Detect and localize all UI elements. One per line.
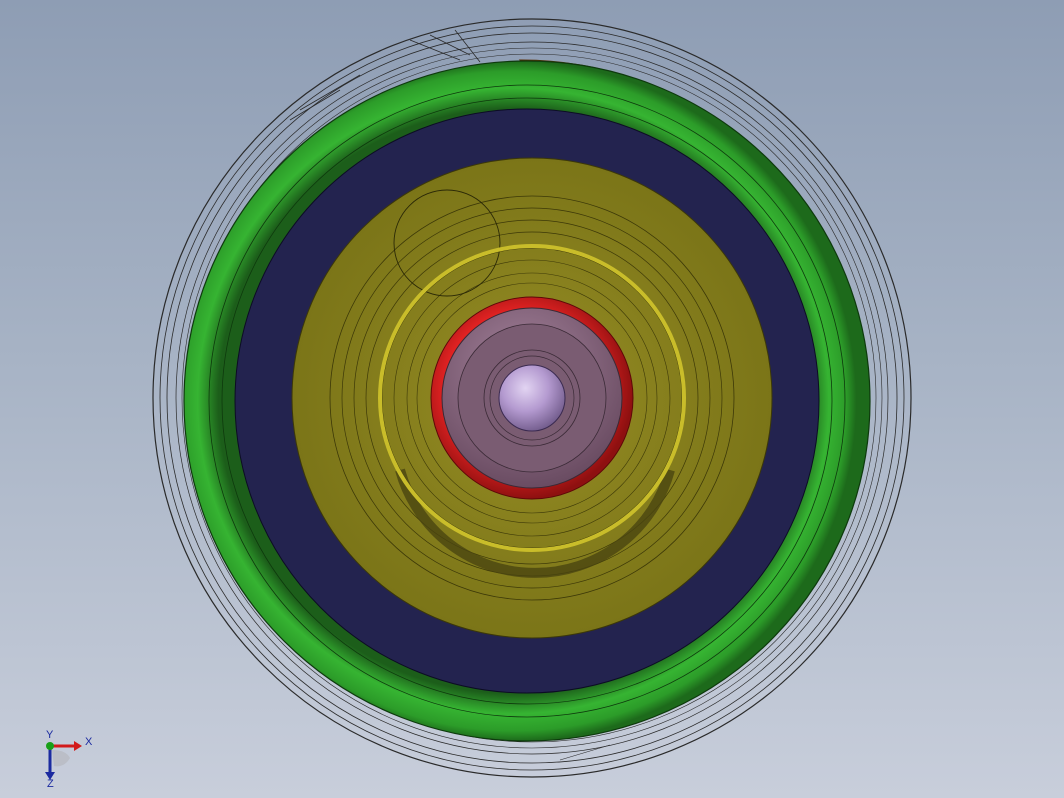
- triad-x-label: X: [85, 736, 93, 748]
- triad-y-axis: [46, 742, 54, 750]
- triad-z-label: Z: [47, 778, 54, 788]
- cad-viewport[interactable]: [0, 0, 1064, 798]
- axis-triad: X Y Z: [45, 729, 93, 788]
- center-cone[interactable]: [498, 364, 566, 432]
- triad-y-label: Y: [46, 729, 54, 741]
- triad-x-axis: [50, 741, 82, 751]
